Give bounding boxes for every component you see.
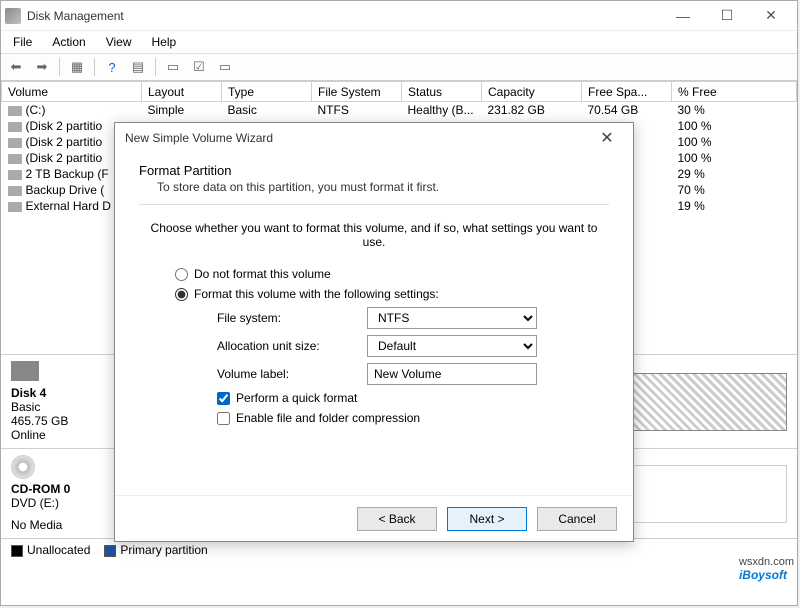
dialog-close-button[interactable]: ✕	[591, 128, 623, 148]
toolbar-icon[interactable]: ▤	[127, 57, 149, 77]
drive-icon	[8, 138, 22, 148]
compression-label: Enable file and folder compression	[236, 411, 420, 425]
drive-icon	[8, 186, 22, 196]
quick-format-label: Perform a quick format	[236, 391, 357, 405]
drive-icon	[8, 202, 22, 212]
dialog-description: Choose whether you want to format this v…	[139, 221, 609, 249]
dialog-subtext: To store data on this partition, you mus…	[139, 180, 609, 194]
swatch-unallocated	[11, 545, 23, 557]
disk-icon	[11, 361, 39, 381]
col-status[interactable]: Status	[402, 82, 482, 102]
toolbar: ⬅ ➡ ▦ ? ▤ ▭ ☑ ▭	[1, 53, 797, 81]
toolbar-icon[interactable]: ▭	[214, 57, 236, 77]
volume-label-label: Volume label:	[217, 367, 367, 381]
maximize-button[interactable]: ☐	[705, 2, 749, 30]
forward-icon[interactable]: ➡	[31, 57, 53, 77]
dialog-title: New Simple Volume Wizard	[125, 131, 591, 145]
quick-format-checkbox[interactable]	[217, 392, 230, 405]
menu-file[interactable]: File	[5, 33, 40, 51]
minimize-button[interactable]: —	[661, 2, 705, 30]
col-layout[interactable]: Layout	[142, 82, 222, 102]
menubar: File Action View Help	[1, 31, 797, 53]
back-button[interactable]: < Back	[357, 507, 437, 531]
col-pctfree[interactable]: % Free	[672, 82, 797, 102]
compression-checkbox[interactable]	[217, 412, 230, 425]
radio-format-label: Format this volume with the following se…	[194, 287, 439, 301]
cdrom-name: CD-ROM 0	[11, 482, 70, 496]
allocation-label: Allocation unit size:	[217, 339, 367, 353]
toolbar-icon[interactable]: ▭	[162, 57, 184, 77]
filesystem-select[interactable]: NTFS	[367, 307, 537, 329]
watermark: wsxdn.com iBoysoft	[739, 556, 794, 582]
table-header-row: Volume Layout Type File System Status Ca…	[2, 82, 797, 102]
table-row[interactable]: (C:)SimpleBasicNTFSHealthy (B...231.82 G…	[2, 102, 797, 119]
drive-icon	[8, 170, 22, 180]
col-free[interactable]: Free Spa...	[582, 82, 672, 102]
back-icon[interactable]: ⬅	[5, 57, 27, 77]
drive-icon	[8, 106, 22, 116]
allocation-select[interactable]: Default	[367, 335, 537, 357]
radio-no-format[interactable]	[175, 268, 188, 281]
menu-view[interactable]: View	[98, 33, 140, 51]
swatch-primary	[104, 545, 116, 557]
titlebar: Disk Management — ☐ ✕	[1, 1, 797, 31]
cdrom-icon	[11, 455, 35, 479]
volume-label-input[interactable]	[367, 363, 537, 385]
next-button[interactable]: Next >	[447, 507, 527, 531]
window-title: Disk Management	[27, 9, 661, 23]
drive-icon	[8, 122, 22, 132]
app-icon	[5, 8, 21, 24]
toolbar-icon[interactable]: ☑	[188, 57, 210, 77]
drive-icon	[8, 154, 22, 164]
col-type[interactable]: Type	[222, 82, 312, 102]
col-capacity[interactable]: Capacity	[482, 82, 582, 102]
toolbar-icon[interactable]: ▦	[66, 57, 88, 77]
new-volume-wizard-dialog: New Simple Volume Wizard ✕ Format Partit…	[114, 122, 634, 542]
menu-help[interactable]: Help	[144, 33, 185, 51]
radio-format[interactable]	[175, 288, 188, 301]
dialog-heading: Format Partition	[139, 163, 609, 178]
menu-action[interactable]: Action	[44, 33, 93, 51]
close-button[interactable]: ✕	[749, 2, 793, 30]
disk-name: Disk 4	[11, 386, 46, 400]
radio-no-format-label: Do not format this volume	[194, 267, 331, 281]
filesystem-label: File system:	[217, 311, 367, 325]
col-volume[interactable]: Volume	[2, 82, 142, 102]
cancel-button[interactable]: Cancel	[537, 507, 617, 531]
col-filesystem[interactable]: File System	[312, 82, 402, 102]
help-icon[interactable]: ?	[101, 57, 123, 77]
